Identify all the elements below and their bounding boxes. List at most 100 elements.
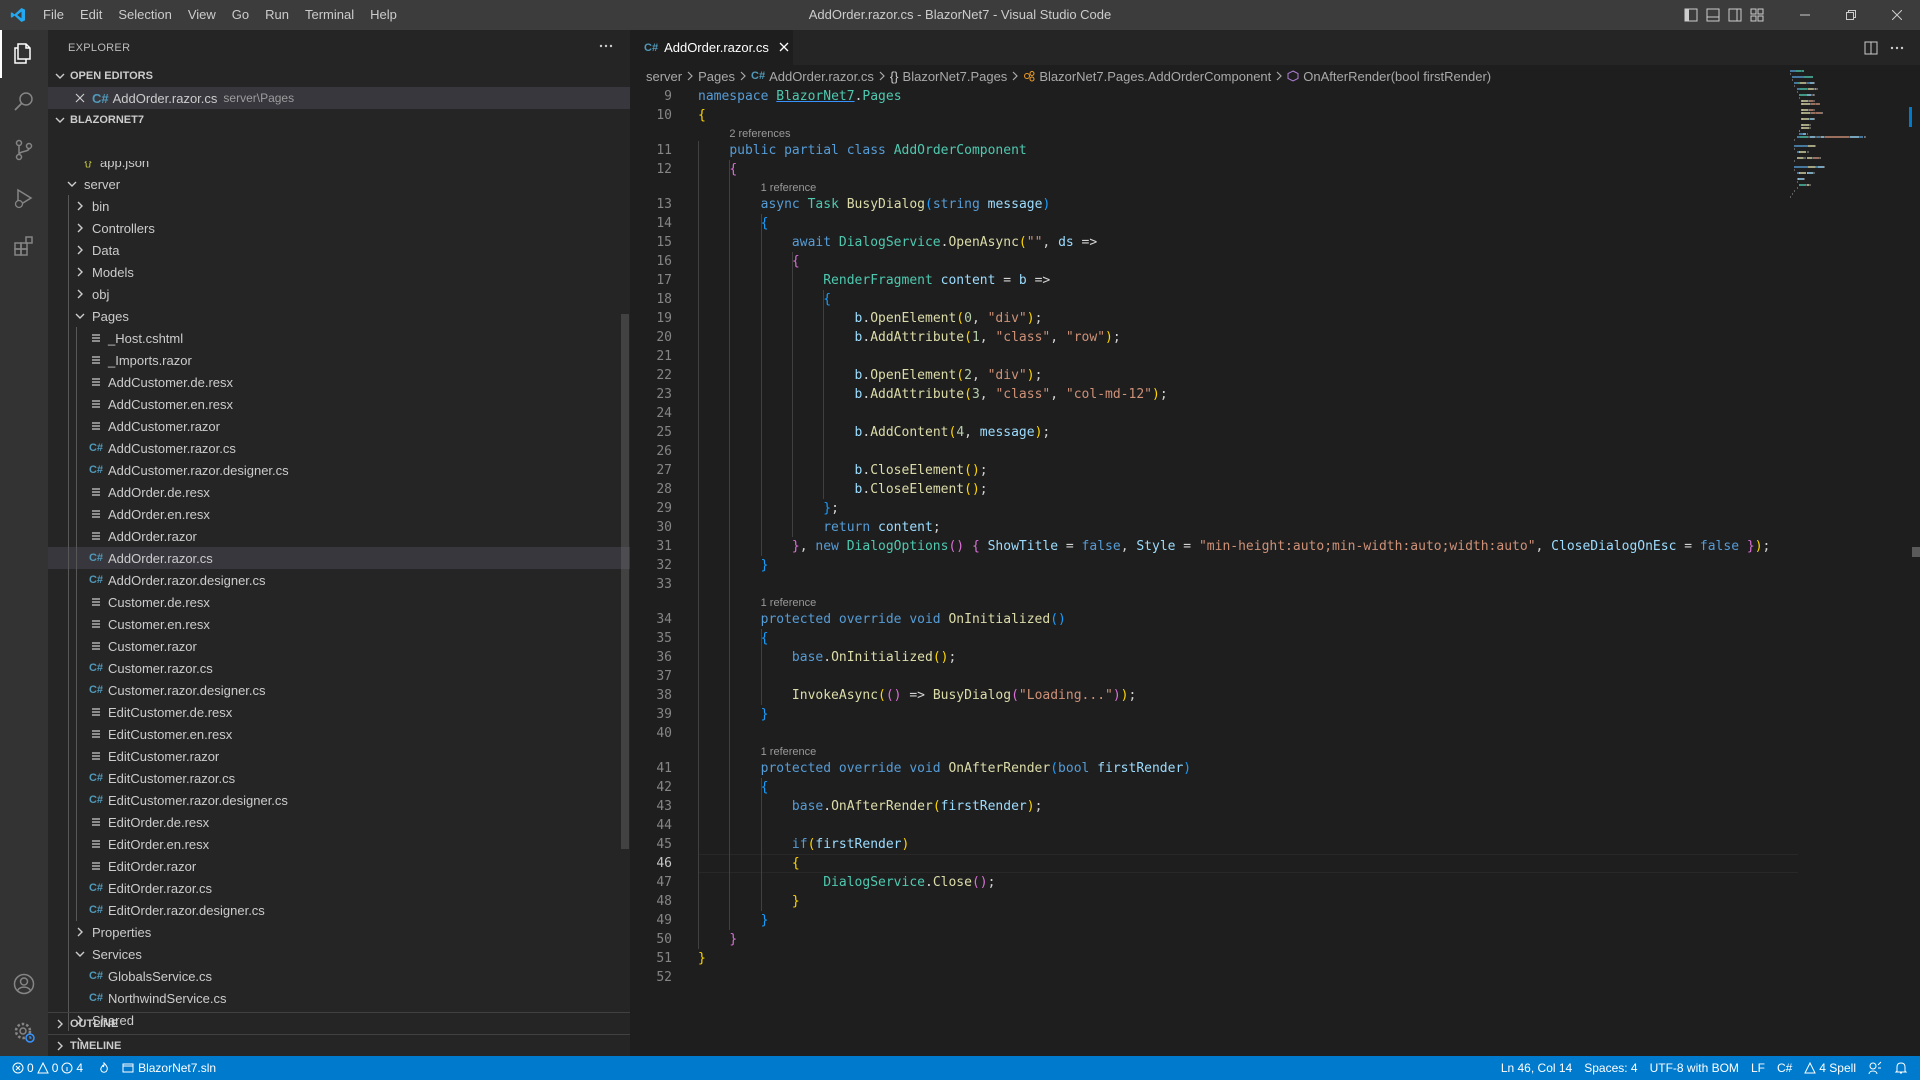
breadcrumb-item[interactable]: BlazorNet7.Pages.AddOrderComponent — [1023, 69, 1271, 84]
run-and-debug-icon[interactable] — [0, 174, 48, 222]
tree-item[interactable]: C# NorthwindService.cs — [48, 987, 630, 1009]
search-icon[interactable] — [0, 78, 48, 126]
breadcrumb-item[interactable]: Pages — [698, 69, 735, 84]
menu-selection[interactable]: Selection — [110, 0, 179, 30]
tree-item[interactable]: _Host.cshtml — [48, 327, 630, 349]
tree-item[interactable]: Customer.en.resx — [48, 613, 630, 635]
timeline-header[interactable]: TIMELINE — [48, 1034, 630, 1056]
more-actions-icon[interactable] — [598, 38, 614, 57]
tree-item[interactable]: C# Customer.razor.cs — [48, 657, 630, 679]
tree-item[interactable]: server — [48, 173, 630, 195]
tree-item[interactable]: AddCustomer.razor — [48, 415, 630, 437]
tree-item[interactable]: AddCustomer.en.resx — [48, 393, 630, 415]
spell-check-item[interactable]: 4 Spell — [1798, 1056, 1862, 1080]
menu-go[interactable]: Go — [224, 0, 257, 30]
restore-button[interactable] — [1828, 0, 1874, 30]
open-editor-item[interactable]: C# AddOrder.razor.cs server\Pages — [48, 87, 630, 109]
tree-item[interactable]: EditCustomer.de.resx — [48, 701, 630, 723]
close-editor-icon[interactable] — [72, 93, 88, 103]
tree-item[interactable]: Customer.razor — [48, 635, 630, 657]
tree-item[interactable]: AddOrder.de.resx — [48, 481, 630, 503]
tree-item[interactable]: C# AddOrder.razor.cs — [48, 547, 630, 569]
codelens-references[interactable]: 1 reference — [761, 595, 817, 611]
feedback-icon[interactable] — [1862, 1056, 1888, 1080]
tree-item[interactable]: EditOrder.en.resx — [48, 833, 630, 855]
tree-item[interactable]: Customer.de.resx — [48, 591, 630, 613]
minimize-button[interactable] — [1782, 0, 1828, 30]
tree-item[interactable]: EditCustomer.en.resx — [48, 723, 630, 745]
tree-item[interactable]: Controllers — [48, 217, 630, 239]
tree-item[interactable]: {} app.json — [48, 161, 630, 173]
outline-header[interactable]: OUTLINE — [48, 1012, 630, 1034]
tree-item[interactable]: C# Customer.razor.designer.cs — [48, 679, 630, 701]
tab-addorder-razor-cs[interactable]: C# AddOrder.razor.cs — [630, 30, 793, 65]
tree-item[interactable]: C# AddOrder.razor.designer.cs — [48, 569, 630, 591]
cursor-position[interactable]: Ln 46, Col 14 — [1495, 1056, 1578, 1080]
customize-layout-icon[interactable] — [1746, 0, 1768, 30]
notifications-bell-icon[interactable] — [1888, 1056, 1914, 1080]
solution-item[interactable]: BlazorNet7.sln — [116, 1056, 222, 1080]
tree-item[interactable]: EditOrder.razor — [48, 855, 630, 877]
problems-indicator[interactable]: 0 0 4 — [0, 1056, 92, 1080]
toggle-primary-sidebar-icon[interactable] — [1680, 0, 1702, 30]
encoding[interactable]: UTF-8 with BOM — [1644, 1056, 1745, 1080]
tree-item[interactable]: EditOrder.de.resx — [48, 811, 630, 833]
extensions-icon[interactable] — [0, 222, 48, 270]
tree-item[interactable]: Data — [48, 239, 630, 261]
breadcrumb-item[interactable]: C# AddOrder.razor.cs — [751, 69, 874, 84]
project-header[interactable]: BLAZORNET7 — [48, 109, 630, 131]
tree-item[interactable]: Services — [48, 943, 630, 965]
editor-scrollbar[interactable] — [1906, 87, 1920, 1056]
tree-item[interactable]: C# AddCustomer.razor.designer.cs — [48, 459, 630, 481]
warning-count: 0 — [51, 1061, 59, 1075]
more-actions-icon[interactable] — [1884, 40, 1910, 56]
breadcrumb-item[interactable]: {} BlazorNet7.Pages — [890, 69, 1007, 84]
close-window-button[interactable] — [1874, 0, 1920, 30]
manage-gear-icon[interactable] — [0, 1008, 48, 1056]
codelens-references[interactable]: 1 reference — [761, 180, 817, 196]
file-icon — [88, 486, 104, 498]
menu-terminal[interactable]: Terminal — [297, 0, 362, 30]
menu-view[interactable]: View — [180, 0, 224, 30]
menu-edit[interactable]: Edit — [72, 0, 110, 30]
line-number: 46 — [656, 856, 672, 871]
explorer-icon[interactable] — [0, 30, 48, 78]
tree-item[interactable]: AddCustomer.de.resx — [48, 371, 630, 393]
indentation[interactable]: Spaces: 4 — [1578, 1056, 1643, 1080]
tree-item[interactable]: AddOrder.en.resx — [48, 503, 630, 525]
tree-item[interactable]: AddOrder.razor — [48, 525, 630, 547]
toggle-panel-icon[interactable] — [1702, 0, 1724, 30]
minimap[interactable] — [1790, 70, 1910, 198]
open-editors-header[interactable]: OPEN EDITORS — [48, 65, 630, 87]
tree-item[interactable]: obj — [48, 283, 630, 305]
menu-run[interactable]: Run — [257, 0, 297, 30]
tree-item[interactable]: Models — [48, 261, 630, 283]
tree-item[interactable]: C# EditCustomer.razor.cs — [48, 767, 630, 789]
codelens-references[interactable]: 2 references — [729, 126, 790, 142]
tree-item[interactable]: _Imports.razor — [48, 349, 630, 371]
remote-flame-icon[interactable] — [92, 1056, 116, 1080]
accounts-icon[interactable] — [0, 960, 48, 1008]
tree-item[interactable]: C# EditOrder.razor.cs — [48, 877, 630, 899]
codelens-references[interactable]: 1 reference — [761, 744, 817, 760]
menu-file[interactable]: File — [35, 0, 72, 30]
tree-item[interactable]: Properties — [48, 921, 630, 943]
tree-item[interactable]: EditCustomer.razor — [48, 745, 630, 767]
menu-help[interactable]: Help — [362, 0, 405, 30]
breadcrumb-item[interactable]: OnAfterRender(bool firstRender) — [1287, 69, 1491, 84]
tree-item[interactable]: C# AddCustomer.razor.cs — [48, 437, 630, 459]
source-control-icon[interactable] — [0, 126, 48, 174]
split-editor-icon[interactable] — [1858, 41, 1884, 55]
sidebar-scrollbar[interactable] — [621, 314, 629, 849]
tree-item[interactable]: C# GlobalsService.cs — [48, 965, 630, 987]
toggle-secondary-sidebar-icon[interactable] — [1724, 0, 1746, 30]
breadcrumb-item[interactable]: server — [646, 69, 682, 84]
code-editor[interactable]: 9 namespace BlazorNet7.Pages 10 {2 referenc… — [630, 87, 1920, 1056]
end-of-line[interactable]: LF — [1745, 1056, 1771, 1080]
tree-item[interactable]: Pages — [48, 305, 630, 327]
tree-item[interactable]: C# EditOrder.razor.designer.cs — [48, 899, 630, 921]
language-mode[interactable]: C# — [1771, 1056, 1798, 1080]
tree-item[interactable]: bin — [48, 195, 630, 217]
tree-item[interactable]: C# EditCustomer.razor.designer.cs — [48, 789, 630, 811]
close-tab-icon[interactable] — [779, 40, 789, 55]
